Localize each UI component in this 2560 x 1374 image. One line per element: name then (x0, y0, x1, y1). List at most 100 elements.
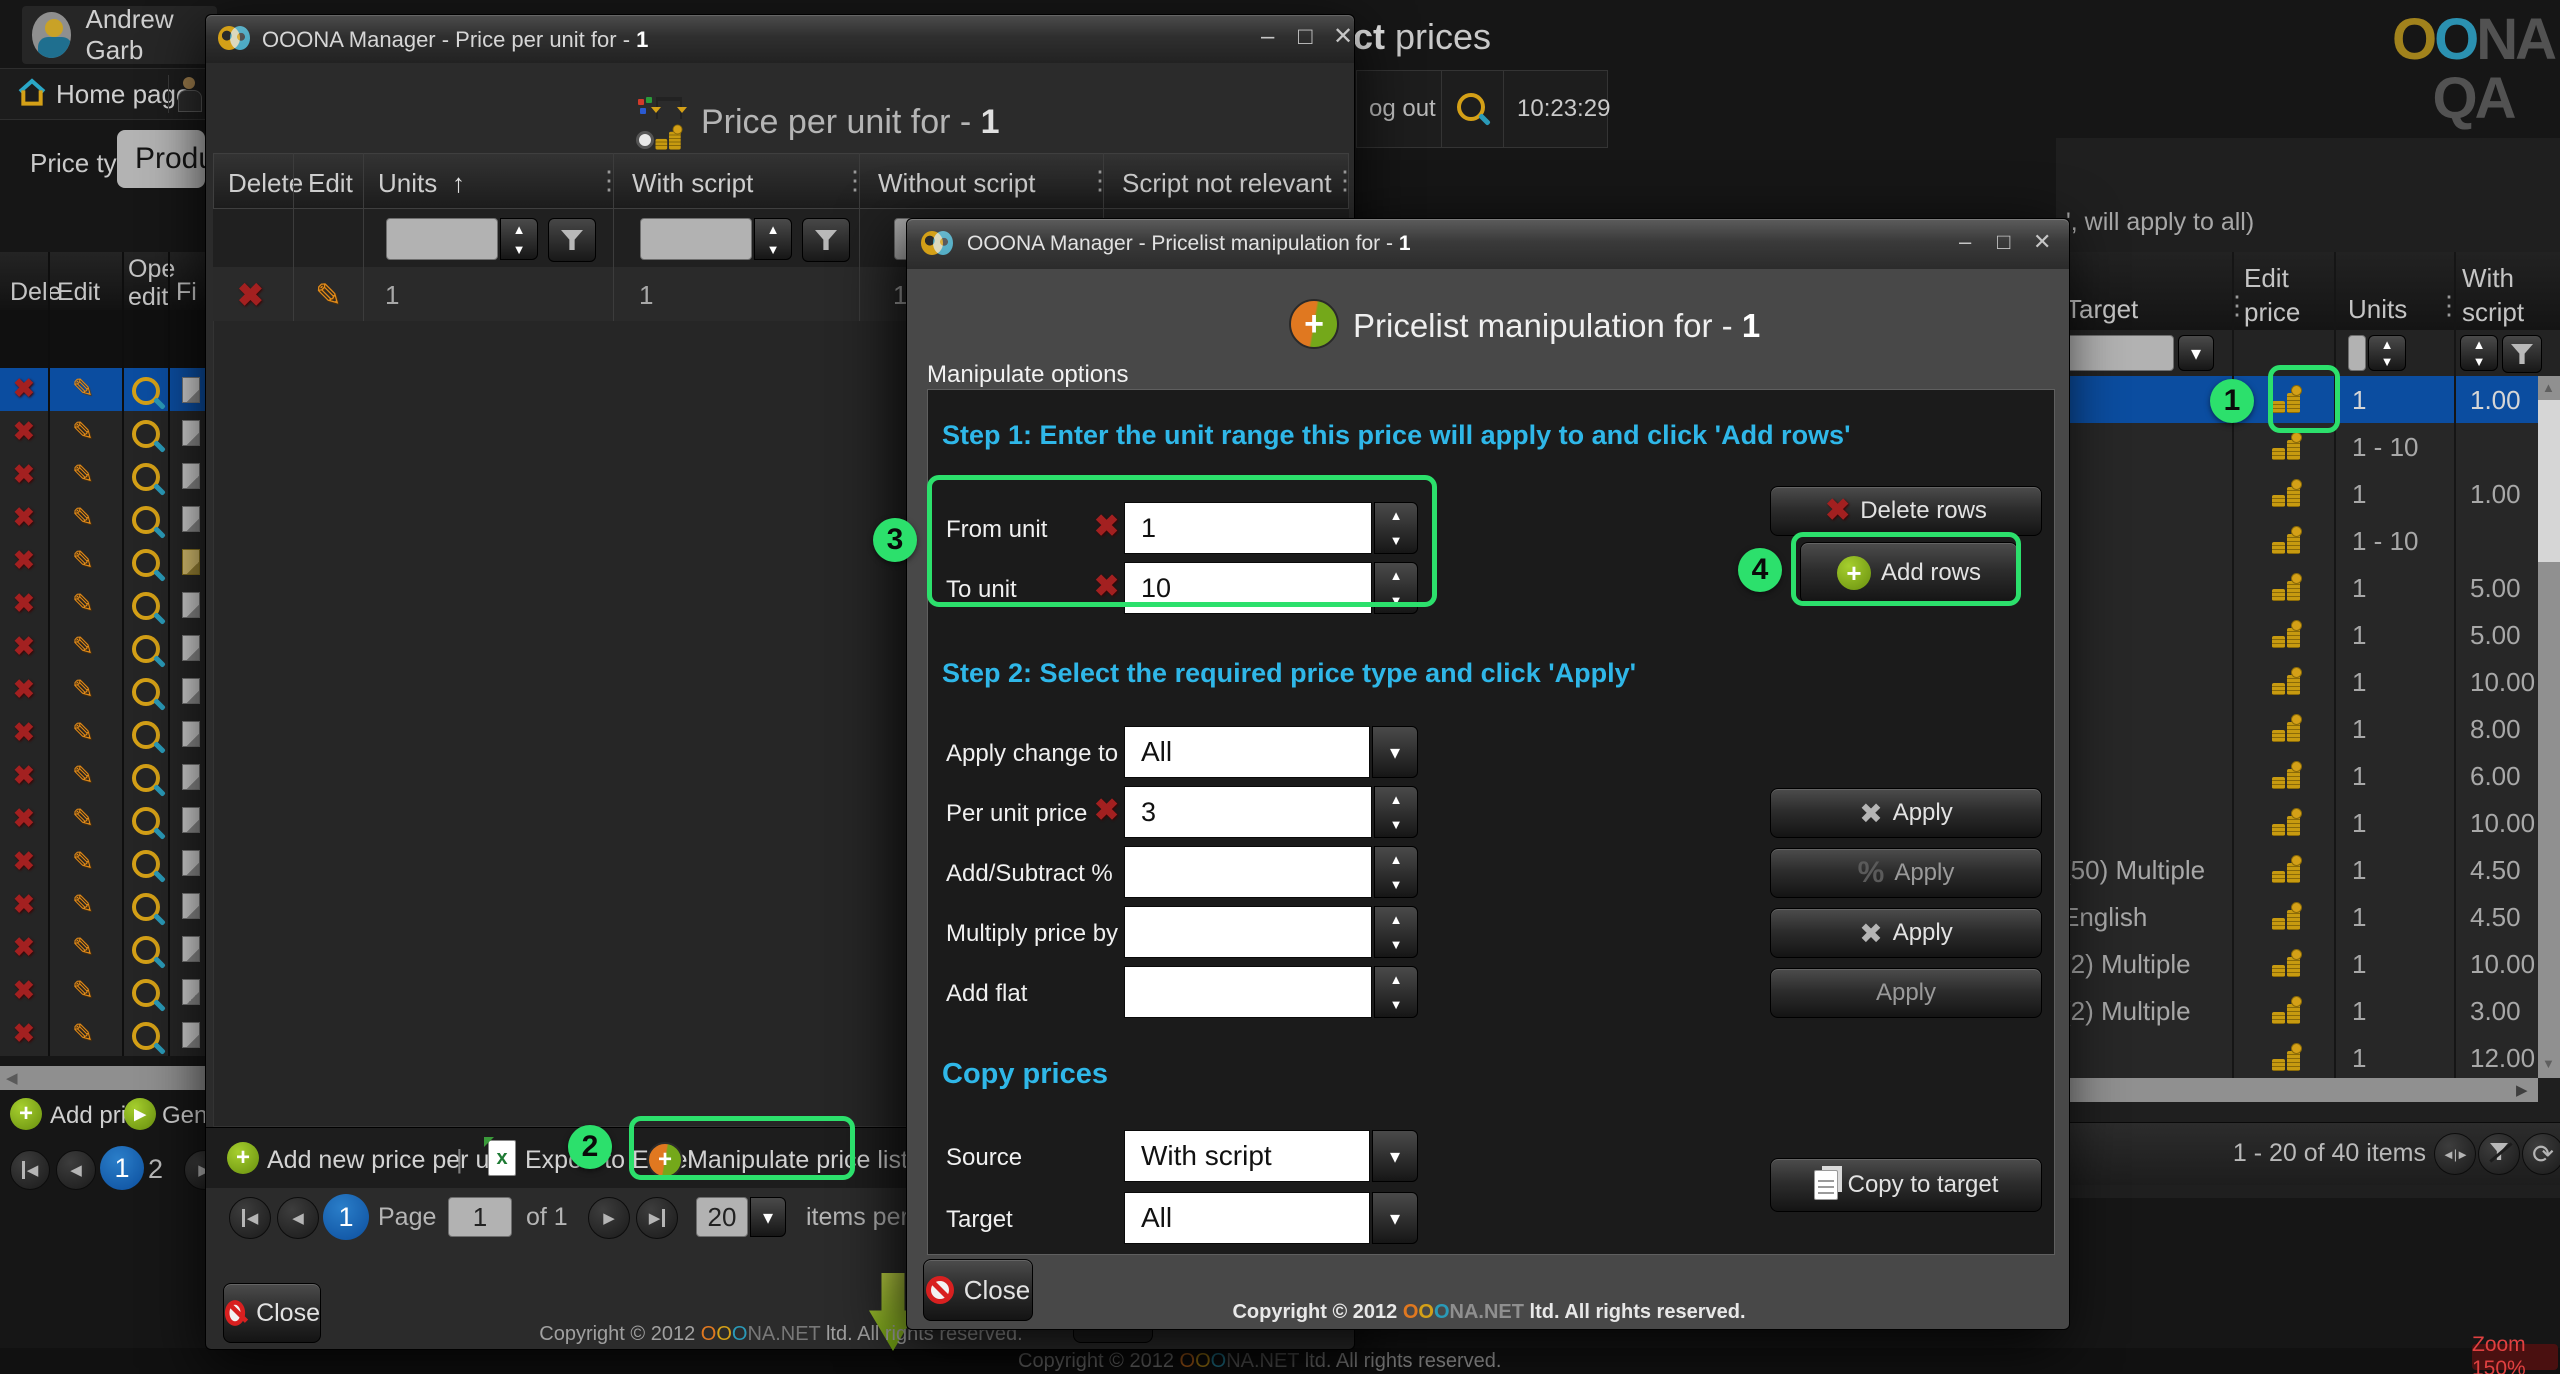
edit-price-icon[interactable] (2272, 810, 2302, 836)
open-edit-icon[interactable] (132, 893, 160, 921)
right-vscrollbar[interactable]: ▲ ▼ (2538, 376, 2560, 1078)
edit-price-icon[interactable] (2272, 1045, 2302, 1071)
edit-row-icon[interactable]: ✎ (72, 676, 94, 702)
table-row[interactable]: 18.00 (2056, 705, 2538, 753)
units-menu-icon[interactable]: ⋮ (2436, 292, 2462, 318)
col-units[interactable]: Units (378, 168, 437, 199)
open-edit-icon[interactable] (132, 936, 160, 964)
file-icon[interactable] (182, 377, 200, 403)
edit-row-icon[interactable]: ✎ (72, 375, 94, 401)
table-row[interactable]: English14.50 (2056, 893, 2538, 941)
file-icon[interactable] (182, 936, 200, 962)
table-row[interactable]: ✖✎ (0, 798, 205, 842)
edit-price-icon[interactable] (2272, 622, 2302, 648)
table-row[interactable]: ✖✎ (0, 626, 205, 670)
target-filter-input[interactable] (2062, 335, 2174, 371)
edit-row-icon[interactable]: ✎ (72, 891, 94, 917)
units-sort-icon[interactable]: ↑ (452, 168, 465, 199)
table-row[interactable]: 16.00 (2056, 752, 2538, 800)
delete-row-icon[interactable]: ✖ (13, 676, 35, 702)
col-target[interactable]: Target (2066, 294, 2138, 325)
file-icon[interactable] (182, 420, 200, 446)
logout-button[interactable]: og out (1369, 95, 1436, 123)
table-row[interactable]: ✖✎ (0, 1013, 205, 1056)
multiply-input[interactable] (1124, 906, 1372, 958)
apply-change-to-select[interactable]: All (1124, 726, 1370, 778)
table-row[interactable]: 11.00 (2056, 376, 2538, 424)
open-edit-icon[interactable] (132, 721, 160, 749)
withscript-filter-spinner[interactable]: ▲▼ (754, 218, 792, 260)
file-icon[interactable] (182, 592, 200, 618)
edit-price-icon[interactable] (2272, 387, 2302, 413)
delete-row-icon[interactable]: ✖ (13, 633, 35, 659)
edit-price-icon[interactable] (2272, 528, 2302, 554)
delete-row-icon[interactable]: ✖ (13, 805, 35, 831)
col-delete[interactable]: Dele (10, 278, 61, 307)
edit-row-icon[interactable]: ✎ (72, 418, 94, 444)
edit-price-icon[interactable] (2272, 904, 2302, 930)
edit-price-icon[interactable] (2272, 434, 2302, 460)
source-select[interactable]: With script (1124, 1130, 1370, 1182)
multiply-spinner[interactable]: ▲▼ (1374, 906, 1418, 958)
target-dropdown[interactable]: ▾ (1372, 1192, 1418, 1244)
edit-row-icon[interactable]: ✎ (72, 719, 94, 745)
file-icon[interactable] (182, 635, 200, 661)
delete-row-icon[interactable]: ✖ (237, 279, 264, 311)
clear-filter-button[interactable] (2478, 1133, 2520, 1175)
table-row[interactable]: 110.00 (2056, 799, 2538, 847)
dlg1-minimize-icon[interactable]: – (1261, 25, 1274, 49)
delete-row-icon[interactable]: ✖ (13, 461, 35, 487)
page-input[interactable]: 1 (448, 1197, 512, 1237)
table-row[interactable]: 1 - 10 (2056, 423, 2538, 471)
hscroll-right-icon[interactable]: ▶ (2516, 1081, 2528, 1099)
apply-multiply-button[interactable]: ✖ Apply (1770, 908, 2042, 958)
open-edit-icon[interactable] (132, 1022, 160, 1050)
col-without-script[interactable]: Without script (878, 168, 1036, 199)
units-filter-input[interactable] (2348, 335, 2366, 371)
from-unit-spinner[interactable]: ▲▼ (1374, 502, 1418, 554)
open-edit-icon[interactable] (132, 979, 160, 1007)
table-row[interactable]: 112.00 (2056, 1034, 2538, 1078)
edit-price-icon[interactable] (2272, 716, 2302, 742)
open-edit-icon[interactable] (132, 850, 160, 878)
file-icon[interactable] (182, 721, 200, 747)
delete-row-icon[interactable]: ✖ (13, 375, 35, 401)
withscript-filter-button[interactable] (802, 218, 850, 262)
apply-percent-button[interactable]: % Apply (1770, 848, 2042, 898)
delete-row-icon[interactable]: ✖ (13, 762, 35, 788)
current-page-button[interactable]: 1 (323, 1194, 369, 1240)
prev-page-button[interactable]: ◀ (277, 1197, 319, 1239)
table-row[interactable]: 1 - 10 (2056, 517, 2538, 565)
table-row[interactable]: ✖✎ (0, 497, 205, 541)
from-unit-input[interactable]: 1 (1124, 502, 1372, 554)
page-1-button[interactable]: 1 (100, 1146, 144, 1190)
first-page-button[interactable]: ◀ (10, 1150, 50, 1190)
edit-row-icon[interactable]: ✎ (72, 633, 94, 659)
open-edit-icon[interactable] (132, 592, 160, 620)
dlg1-titlebar[interactable]: OOONA Manager - Price per unit for - 1 –… (206, 15, 1354, 63)
edit-price-icon[interactable] (2272, 951, 2302, 977)
table-row[interactable]: ✖✎ (0, 583, 205, 627)
file-icon[interactable] (182, 506, 200, 532)
user-chip[interactable]: Andrew Garb (22, 6, 217, 64)
table-row[interactable]: (2) Multiple13.00 (2056, 987, 2538, 1035)
col-with-script[interactable]: With script (632, 168, 753, 199)
withscript-filter-button[interactable] (2502, 335, 2542, 373)
per-unit-price-input[interactable]: 3 (1124, 786, 1372, 838)
edit-price-icon[interactable] (2272, 857, 2302, 883)
col-units[interactable]: Units (2348, 294, 2407, 325)
vscroll-up-icon[interactable]: ▲ (2542, 380, 2555, 395)
file-icon[interactable] (182, 807, 200, 833)
dlg2-close-icon[interactable]: ✕ (2033, 231, 2051, 253)
prev-page-button[interactable]: ◀ (56, 1150, 96, 1190)
open-edit-icon[interactable] (132, 463, 160, 491)
file-icon[interactable] (182, 1022, 200, 1048)
col-delete[interactable]: Delete (228, 168, 303, 199)
add-subtract-input[interactable] (1124, 846, 1372, 898)
file-icon[interactable] (182, 764, 200, 790)
left-hscrollbar[interactable]: ◀ (0, 1066, 205, 1090)
delete-row-icon[interactable]: ✖ (13, 504, 35, 530)
col-script-not-relevant[interactable]: Script not relevant (1122, 168, 1332, 199)
copy-to-target-button[interactable]: Copy to target (1770, 1158, 2042, 1212)
file-icon[interactable] (182, 893, 200, 919)
